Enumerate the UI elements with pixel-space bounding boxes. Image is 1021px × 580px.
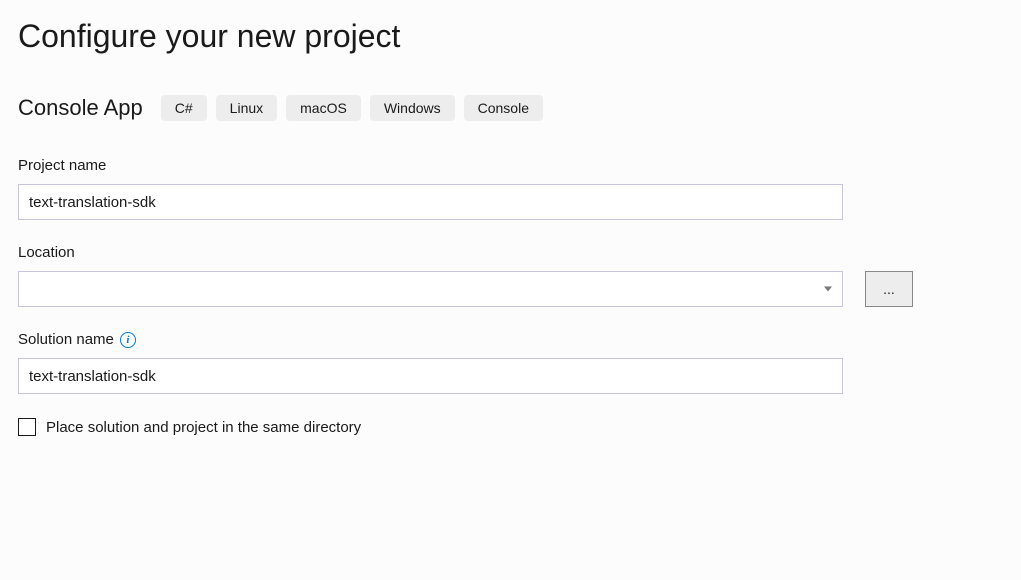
project-name-input[interactable] — [18, 184, 843, 220]
template-name: Console App — [18, 95, 143, 121]
template-tags: C# Linux macOS Windows Console — [161, 95, 543, 121]
tag-macos: macOS — [286, 95, 361, 121]
location-label: Location — [18, 244, 1003, 261]
same-directory-row: Place solution and project in the same d… — [18, 418, 1003, 436]
chevron-down-icon — [824, 287, 832, 292]
tag-windows: Windows — [370, 95, 455, 121]
solution-name-label: Solution name i — [18, 331, 1003, 348]
solution-name-group: Solution name i — [18, 331, 1003, 394]
template-row: Console App C# Linux macOS Windows Conso… — [18, 95, 1003, 121]
info-icon[interactable]: i — [120, 332, 136, 348]
solution-name-label-text: Solution name — [18, 331, 114, 348]
page-title: Configure your new project — [18, 18, 1003, 55]
tag-console: Console — [464, 95, 543, 121]
tag-csharp: C# — [161, 95, 207, 121]
project-name-group: Project name — [18, 157, 1003, 220]
same-directory-label: Place solution and project in the same d… — [46, 419, 361, 436]
project-name-label: Project name — [18, 157, 1003, 174]
browse-button[interactable]: ... — [865, 271, 913, 307]
location-combo[interactable] — [18, 271, 843, 307]
same-directory-checkbox[interactable] — [18, 418, 36, 436]
tag-linux: Linux — [216, 95, 277, 121]
location-group: Location ... — [18, 244, 1003, 307]
solution-name-input[interactable] — [18, 358, 843, 394]
